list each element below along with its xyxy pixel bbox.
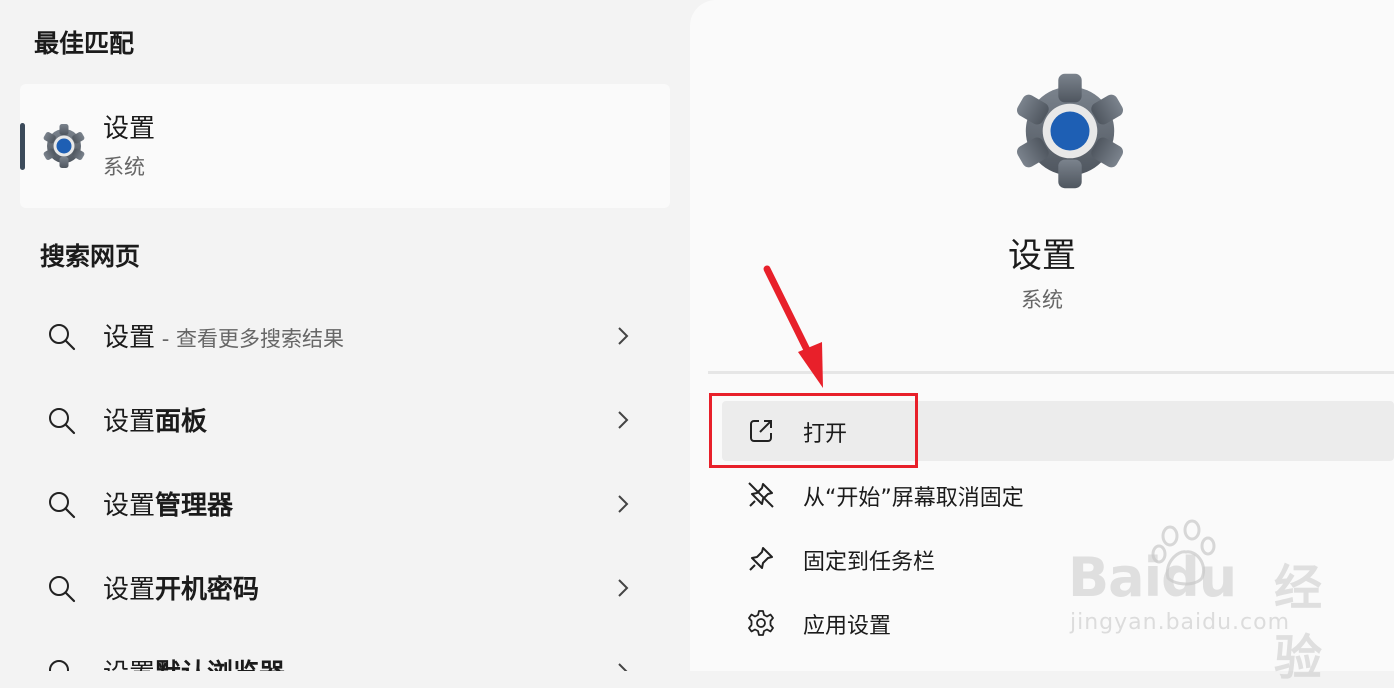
web-result-text: 设置面板 <box>103 407 208 437</box>
web-result-row[interactable]: 设置默认浏览器 <box>20 637 670 671</box>
search-icon <box>49 660 69 671</box>
selection-indicator <box>20 123 25 170</box>
chevron-right-icon <box>618 663 628 671</box>
chevron-right-icon <box>618 411 629 429</box>
search-icon <box>49 492 76 519</box>
best-match-subtitle: 系统 <box>103 155 145 179</box>
best-match-card[interactable] <box>20 84 670 208</box>
web-result-row[interactable]: 设置 - 查看更多搜索结果 <box>20 301 670 371</box>
app-settings-label: 应用设置 <box>803 614 892 639</box>
web-result-text: 设置 - 查看更多搜索结果 <box>103 323 344 353</box>
search-icon <box>49 408 76 435</box>
web-result-text: 设置默认浏览器 <box>103 653 285 671</box>
highlight-box <box>709 393 918 468</box>
pin-icon <box>749 547 773 571</box>
best-match-title: 设置 <box>103 114 156 144</box>
chevron-right-icon <box>618 327 629 345</box>
web-result-text: 设置管理器 <box>103 491 234 521</box>
web-result-text: 设置开机密码 <box>103 575 260 605</box>
red-arrow-annotation <box>763 265 823 388</box>
chevron-right-icon <box>618 495 629 513</box>
watermark-url: jingyan.baidu.com <box>1070 610 1291 635</box>
unpin-start-action[interactable]: 从“开始”屏幕取消固定 <box>722 465 1394 525</box>
best-match-heading: 最佳匹配 <box>34 29 135 58</box>
search-icon <box>49 576 76 603</box>
watermark-brand: Baidu <box>1068 546 1237 609</box>
search-results-panel: 最佳匹配 设置 系统 搜索网页 设置 - 查看更多搜索结果 设置面板 设置管理器… <box>0 0 690 671</box>
baidu-jingyan-watermark: Baidu 经验 jingyan.baidu.com <box>1062 518 1362 686</box>
unpin-icon <box>748 482 774 508</box>
settings-gear-icon <box>39 121 89 171</box>
settings-gear-icon <box>1005 66 1135 196</box>
web-result-row[interactable]: 设置开机密码 <box>20 553 670 623</box>
unpin-start-label: 从“开始”屏幕取消固定 <box>803 486 1024 511</box>
web-result-row[interactable]: 设置面板 <box>20 385 670 455</box>
gear-icon <box>748 610 774 636</box>
web-result-row[interactable]: 设置管理器 <box>20 469 670 539</box>
pin-taskbar-label: 固定到任务栏 <box>803 550 936 575</box>
chevron-right-icon <box>618 579 629 597</box>
search-icon <box>49 324 76 351</box>
web-search-heading: 搜索网页 <box>40 242 141 271</box>
